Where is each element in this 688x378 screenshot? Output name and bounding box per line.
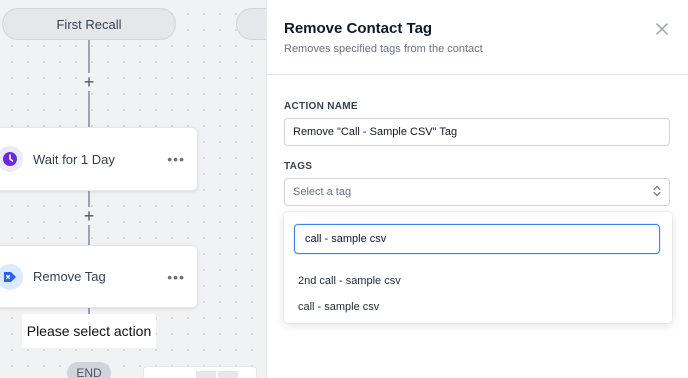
clock-icon [0, 146, 23, 172]
panel-subtitle: Removes specified tags from the contact [284, 43, 483, 55]
tag-search-input[interactable]: call - sample csv [294, 224, 660, 254]
wait-node[interactable]: Wait for 1 Day ••• [0, 127, 198, 191]
panel-title: Remove Contact Tag [284, 20, 433, 37]
trigger-first-recall[interactable]: First Recall [2, 8, 176, 40]
header-divider [267, 74, 688, 75]
wait-node-label: Wait for 1 Day [33, 151, 115, 167]
action-name-input[interactable]: Remove "Call - Sample CSV" Tag [284, 118, 670, 146]
close-icon[interactable] [653, 20, 671, 38]
control-button[interactable] [196, 371, 216, 378]
select-chevron-icon [653, 185, 661, 200]
trigger-second[interactable] [236, 8, 266, 40]
remove-tag-node-label: Remove Tag [33, 269, 106, 284]
select-action-tooltip: Please select action [22, 314, 156, 348]
canvas-controls[interactable] [143, 366, 257, 378]
dropdown-option[interactable]: call - sample csv [298, 301, 379, 313]
end-node: END [67, 362, 111, 378]
tag-remove-icon [0, 263, 23, 290]
trigger-label: First Recall [56, 16, 122, 32]
action-settings-panel: Remove Contact Tag Removes specified tag… [266, 0, 688, 378]
add-step-button[interactable]: + [80, 73, 98, 91]
tags-placeholder: Select a tag [293, 186, 352, 198]
add-step-button[interactable]: + [80, 207, 98, 225]
remove-tag-node[interactable]: Remove Tag ••• [0, 245, 198, 308]
tags-select[interactable]: Select a tag [284, 178, 670, 206]
workflow-canvas[interactable]: First Recall + Wait for 1 Day ••• + Remo… [0, 0, 266, 378]
tags-label: TAGS [284, 161, 313, 172]
action-name-label: ACTION NAME [284, 101, 358, 112]
tags-dropdown: call - sample csv 2nd call - sample csv … [284, 212, 672, 323]
control-button[interactable] [218, 371, 238, 378]
more-options-icon[interactable]: ••• [167, 269, 185, 285]
dropdown-option[interactable]: 2nd call - sample csv [298, 275, 401, 287]
more-options-icon[interactable]: ••• [167, 151, 185, 167]
